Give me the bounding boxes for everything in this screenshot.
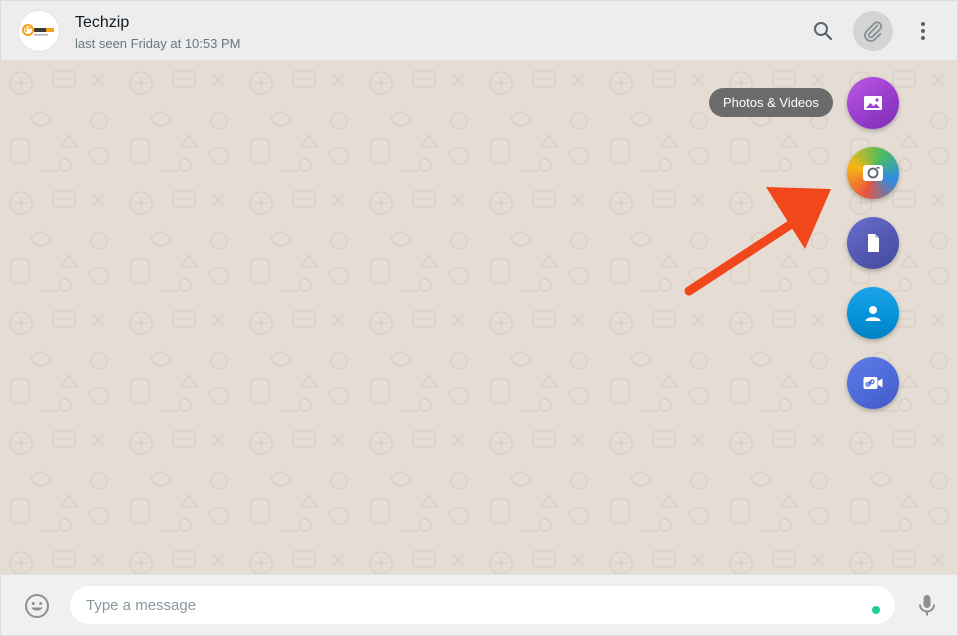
room-button[interactable] <box>847 357 899 409</box>
contact-avatar[interactable] <box>19 11 59 51</box>
menu-button[interactable] <box>903 11 943 51</box>
contact-button[interactable] <box>847 287 899 339</box>
attach-button[interactable] <box>853 11 893 51</box>
whatsapp-chat-window: Techzip last seen Friday at 10:53 PM Pho… <box>0 0 958 636</box>
emoji-icon <box>25 594 49 618</box>
chat-header: Techzip last seen Friday at 10:53 PM <box>1 1 957 61</box>
emoji-button[interactable] <box>23 592 51 620</box>
message-input[interactable] <box>70 586 895 624</box>
image-icon <box>864 96 882 110</box>
contact-name[interactable]: Techzip <box>75 14 129 32</box>
attach-tooltip: Photos & Videos <box>709 88 833 117</box>
chat-background: Photos & Videos <box>1 61 957 574</box>
document-icon <box>868 234 879 252</box>
contact-last-seen: last seen Friday at 10:53 PM <box>75 36 241 51</box>
voice-message-button[interactable] <box>913 591 941 619</box>
annotation-arrow <box>684 187 831 296</box>
more-vertical-icon <box>921 22 925 40</box>
photos-videos-button[interactable] <box>847 77 899 129</box>
search-icon <box>814 22 833 41</box>
status-dot <box>872 606 880 614</box>
doodle-pattern <box>1 61 957 574</box>
document-button[interactable] <box>847 217 899 269</box>
camera-button[interactable] <box>847 147 899 199</box>
compose-bar <box>1 574 957 635</box>
camera-icon <box>863 165 883 181</box>
person-icon <box>865 306 881 321</box>
mic-icon <box>919 595 935 616</box>
techzip-logo <box>22 24 54 36</box>
paperclip-icon <box>864 21 883 42</box>
video-link-icon <box>863 377 883 389</box>
search-button[interactable] <box>803 11 843 51</box>
